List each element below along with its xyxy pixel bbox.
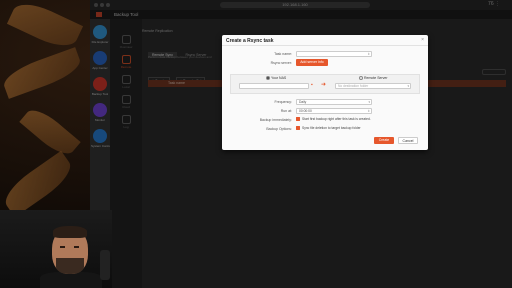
folder-icon[interactable]: ▪: [311, 82, 313, 88]
person-eye: [60, 246, 65, 248]
person-hair: [53, 226, 87, 238]
browser-window: 192.168.1.160 76 ⋮ Backup Tool File Expl…: [90, 0, 512, 288]
checkbox-checked-icon: [296, 117, 300, 122]
stepper-icon: ⇕: [367, 52, 370, 56]
path-selection-box: Your NAS Remote Server ▪ ➜ No destinatio…: [230, 74, 420, 94]
close-icon[interactable]: ×: [421, 37, 424, 43]
remote-folder-select[interactable]: No destination folder ▾: [335, 83, 411, 89]
divider: [222, 45, 428, 46]
run-at-input[interactable]: 00:00:00 ⇕: [296, 108, 372, 114]
person-beard: [56, 258, 84, 274]
frequency-label: Frequency:: [274, 100, 292, 104]
radio-selected-icon: [266, 76, 270, 81]
radio-icon: [359, 76, 363, 81]
rsync-server-label: Rsync server:: [270, 61, 292, 65]
microphone: [100, 250, 110, 280]
frequency-select[interactable]: Daily ▾: [296, 99, 372, 105]
arrow-right-icon: ➜: [321, 82, 327, 88]
fern-leaf: [6, 0, 84, 54]
source-folder-input[interactable]: [239, 83, 309, 89]
fern-leaf: [0, 47, 85, 99]
webcam-overlay: [0, 210, 112, 288]
chevron-down-icon: ▾: [368, 100, 370, 104]
fern-leaf: [0, 150, 78, 218]
create-button[interactable]: Create: [374, 137, 394, 144]
dialog-title: Create a Rsync task: [226, 38, 274, 44]
stepper-icon: ⇕: [367, 109, 370, 113]
checkbox-checked-icon: [296, 126, 300, 131]
add-server-info-button[interactable]: Add server info: [296, 59, 328, 66]
sync-deletion-checkbox[interactable]: Sync file deletion to target backup fold…: [296, 126, 361, 131]
run-at-label: Run at:: [280, 109, 292, 113]
backup-immediately-label: Backup immediately:: [259, 118, 292, 122]
cancel-button[interactable]: Cancel: [398, 137, 418, 144]
task-name-input[interactable]: ⇕: [296, 51, 372, 57]
create-rsync-task-dialog: Create a Rsync task × Task name: ⇕ Rsync…: [222, 35, 428, 150]
task-name-label: Task name:: [274, 52, 292, 56]
person-body: [40, 272, 102, 288]
your-nas-radio[interactable]: Your NAS: [266, 76, 286, 81]
chevron-down-icon: ▾: [407, 84, 409, 88]
person-eye: [74, 246, 79, 248]
backup-immediately-checkbox[interactable]: Start first backup right after this task…: [296, 117, 371, 122]
fern-leaf: [19, 103, 81, 161]
remote-server-radio[interactable]: Remote Server: [359, 76, 388, 81]
backup-options-label: Backup Options:: [266, 127, 292, 131]
